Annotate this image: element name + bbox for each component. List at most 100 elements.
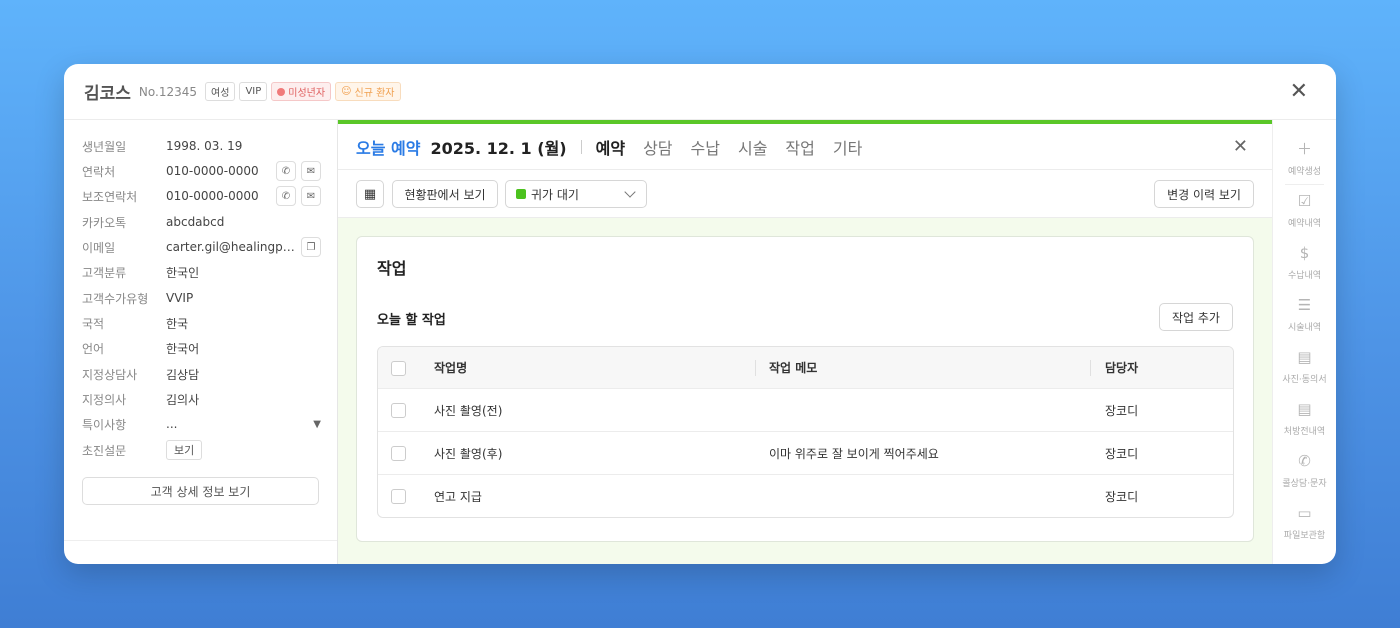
tab-etc[interactable]: 기타 (833, 135, 862, 159)
sidebar-item-reservation-history[interactable]: ☑ 예약내역 (1273, 186, 1336, 236)
message-phone-icon[interactable]: ✉ (301, 161, 321, 181)
grade-tag: VIP (239, 82, 268, 101)
category-value: 한국인 (166, 265, 200, 280)
change-history-button[interactable]: 변경 이력 보기 (1154, 180, 1254, 208)
sub-phone-value: 010-0000-0000 (166, 189, 259, 203)
column-header-name: 작업명 (434, 361, 468, 375)
call-sub-phone-icon[interactable]: ✆ (276, 186, 296, 206)
tab-task[interactable]: 작업 (785, 135, 814, 159)
expand-triangle-icon[interactable]: ▼ (313, 419, 321, 430)
customer-window: 김코스 No.12345 여성 VIP 미성년자 ☺ 신규 환자 ✕ 생년월일 … (64, 64, 1336, 564)
row-checkbox[interactable] (391, 446, 406, 461)
kakao-value: abcdabcd (166, 215, 225, 229)
phone-icon: ✆ (1298, 452, 1311, 470)
task-card: 작업 오늘 할 작업 작업 추가 작업명 작업 메모 담당자 사진 촬영(전) (356, 236, 1254, 542)
sidebar-item-file-storage[interactable]: ▭ 파일보관함 (1273, 498, 1336, 548)
minor-tag: 미성년자 (271, 82, 332, 101)
reservation-panel: 오늘 예약 2025. 12. 1 (월) 예약 상담 수납 시술 작업 기타 … (338, 120, 1272, 564)
category-label: 고객분류 (82, 265, 127, 280)
language-value: 한국어 (166, 341, 200, 356)
sidebar-item-label: 사진·동의서 (1282, 375, 1327, 385)
tab-bar: 오늘 예약 2025. 12. 1 (월) 예약 상담 수납 시술 작업 기타 … (338, 124, 1272, 170)
customer-number: No.12345 (138, 84, 198, 99)
copy-icon[interactable]: ❐ (301, 237, 321, 257)
task-table: 작업명 작업 메모 담당자 사진 촬영(전) 장코디 사진 촬영(후) 이마 위… (377, 346, 1234, 518)
person-icon: ☺ (341, 86, 352, 97)
nationality-value: 한국 (166, 316, 189, 331)
column-divider (755, 360, 756, 376)
sidebar-item-prescription[interactable]: ▤ 처방전내역 (1273, 394, 1336, 444)
sidebar-item-photo-consent[interactable]: ▤ 사진·동의서 (1273, 342, 1336, 392)
notes-value: ... (166, 417, 178, 431)
status-select[interactable]: 귀가 대기 (505, 180, 647, 208)
today-reservation-label: 오늘 예약 (356, 138, 421, 158)
doctor-label: 지정의사 (82, 392, 127, 407)
tab-reservation[interactable]: 예약 (596, 135, 625, 159)
task-owner: 장코디 (1105, 490, 1139, 504)
close-window-icon[interactable]: ✕ (1290, 81, 1308, 103)
plus-icon: ＋ (1296, 140, 1312, 158)
add-task-button[interactable]: 작업 추가 (1159, 303, 1233, 331)
tab-payment[interactable]: 수납 (691, 135, 720, 159)
doctor-value: 김의사 (166, 392, 200, 407)
info-row-doctor: 지정의사 김의사 (82, 387, 321, 411)
task-name: 사진 촬영(후) (434, 446, 503, 461)
info-row-notes[interactable]: 특이사항 ... ▼ (82, 412, 321, 436)
birth-value: 1998. 03. 19 (166, 139, 243, 153)
reservation-date: 2025. 12. 1 (월) (430, 138, 567, 158)
price-type-label: 고객수가유형 (82, 291, 149, 306)
info-row-kakao: 카카오톡 abcdabcd (82, 210, 321, 234)
qr-code-icon[interactable]: ▦ (356, 180, 384, 208)
message-sub-phone-icon[interactable]: ✉ (301, 186, 321, 206)
email-value: carter.gil@healingpa... (166, 240, 296, 254)
toolbar: ▦ 현황판에서 보기 귀가 대기 변경 이력 보기 (338, 170, 1272, 218)
info-row-email: 이메일 carter.gil@healingpa... ❐ (82, 235, 321, 259)
status-select-value: 귀가 대기 (531, 187, 579, 202)
divider (64, 540, 337, 541)
dollar-icon: $ (1299, 244, 1310, 262)
minor-tag-label: 미성년자 (288, 88, 326, 99)
row-checkbox[interactable] (391, 489, 406, 504)
sidebar-item-call-message[interactable]: ✆ 콜상담·문자 (1273, 446, 1336, 496)
content-area: 작업 오늘 할 작업 작업 추가 작업명 작업 메모 담당자 사진 촬영(전) (338, 218, 1272, 564)
sidebar-item-procedure-history[interactable]: ☰ 시술내역 (1273, 290, 1336, 340)
sidebar-item-payment-history[interactable]: $ 수납내역 (1273, 238, 1336, 288)
list-icon: ☰ (1297, 296, 1312, 314)
task-memo: 이마 위주로 잘 보이게 찍어주세요 (769, 446, 939, 461)
card-title: 작업 (377, 259, 407, 278)
email-label: 이메일 (82, 240, 116, 255)
alert-dot-icon (277, 87, 286, 96)
info-row-nationality: 국적 한국 (82, 311, 321, 335)
table-row[interactable]: 연고 지급 장코디 (378, 475, 1233, 517)
language-label: 언어 (82, 341, 105, 356)
document-icon: ▤ (1297, 348, 1312, 366)
board-view-button[interactable]: 현황판에서 보기 (392, 180, 498, 208)
info-row-survey: 초진설문 보기 (82, 438, 321, 462)
task-owner: 장코디 (1105, 446, 1139, 461)
gender-tag: 여성 (205, 82, 236, 101)
info-row-counselor: 지정상담사 김상담 (82, 362, 321, 386)
calendar-check-icon: ☑ (1297, 192, 1312, 210)
select-all-checkbox[interactable] (391, 361, 406, 376)
customer-detail-button[interactable]: 고객 상세 정보 보기 (82, 477, 319, 505)
new-patient-tag: ☺ 신규 환자 (335, 82, 401, 101)
customer-info-panel: 생년월일 1998. 03. 19 연락처 010-0000-0000 ✆ ✉ … (64, 120, 338, 564)
close-panel-icon[interactable]: ✕ (1233, 136, 1248, 157)
survey-view-button[interactable]: 보기 (166, 440, 203, 460)
counselor-value: 김상담 (166, 367, 200, 382)
table-row[interactable]: 사진 촬영(후) 이마 위주로 잘 보이게 찍어주세요 장코디 (378, 432, 1233, 475)
notes-label: 특이사항 (82, 417, 127, 432)
kakao-label: 카카오톡 (82, 215, 127, 230)
task-owner: 장코디 (1105, 403, 1139, 418)
info-row-language: 언어 한국어 (82, 336, 321, 360)
sidebar-item-label: 예약생성 (1287, 167, 1322, 177)
status-color-icon (516, 189, 526, 199)
sidebar-item-create-reservation[interactable]: ＋ 예약생성 (1273, 134, 1336, 184)
row-checkbox[interactable] (391, 403, 406, 418)
new-patient-label: 신규 환자 (354, 88, 395, 99)
tab-consultation[interactable]: 상담 (643, 135, 672, 159)
sub-phone-label: 보조연락처 (82, 189, 138, 204)
call-phone-icon[interactable]: ✆ (276, 161, 296, 181)
table-row[interactable]: 사진 촬영(전) 장코디 (378, 389, 1233, 432)
tab-procedure[interactable]: 시술 (738, 135, 767, 159)
